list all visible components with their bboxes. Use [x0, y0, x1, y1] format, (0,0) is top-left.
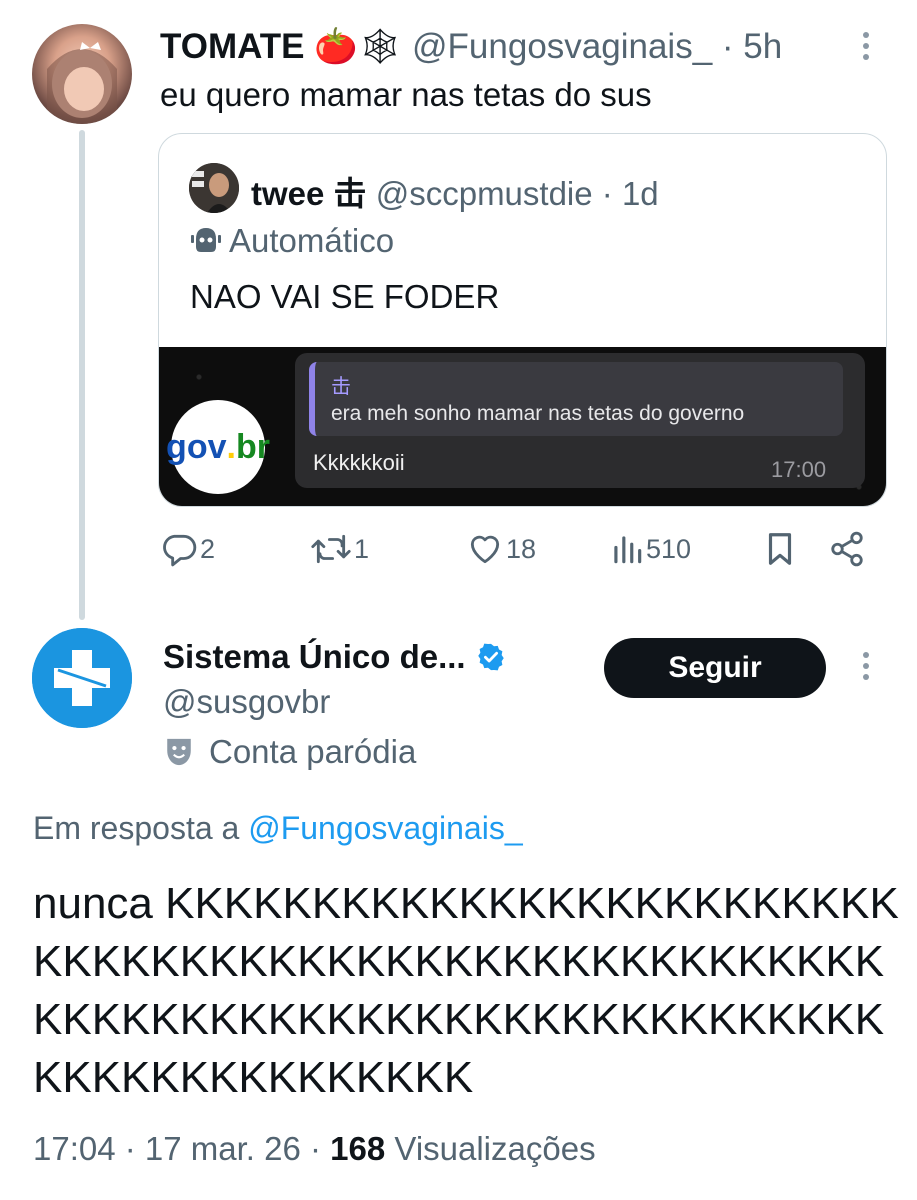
theater-masks-icon [167, 738, 191, 766]
parody-label-text: Conta paródia [209, 733, 417, 770]
chat-bubble: 击 era meh sonho mamar nas tetas do gover… [295, 353, 865, 488]
govbr-logo-dot: . [226, 427, 236, 466]
tweet-action-bar: 2 1 18 510 [160, 530, 900, 574]
follow-button[interactable]: Seguir [604, 638, 826, 698]
reply-icon [163, 534, 197, 567]
reply-context-prefix: Em resposta a [33, 810, 249, 846]
automated-label-text: Automático [229, 222, 395, 259]
main-handle[interactable]: @susgovbr [163, 683, 330, 721]
automated-label: Automático [189, 222, 394, 260]
like-count: 18 [506, 533, 537, 564]
bookmark-icon [768, 533, 792, 565]
govbr-logo: gov. br [166, 400, 270, 494]
reply-context: Em resposta a @Fungosvaginais_ [33, 810, 523, 847]
parent-time-separator: · [712, 27, 744, 66]
reply-context-handle[interactable]: @Fungosvaginais_ [248, 810, 522, 846]
retweet-icon [311, 534, 351, 564]
chat-reply-symbol: 击 [331, 376, 351, 398]
share-button[interactable] [828, 530, 866, 568]
views-button[interactable]: 510 [610, 530, 691, 568]
parent-more-icon[interactable] [862, 32, 870, 65]
quoted-handle[interactable]: @sccpmustdie [376, 175, 593, 212]
main-tweet-text: nunca KKKKKKKKKKKKKKKKKKKKKKKKKKKKKKKKKK… [33, 879, 899, 1102]
tweet-metadata: 17:04 · 17 mar. 26 · 168 Visualizações [33, 1130, 596, 1168]
tweet-views-count: 168 [330, 1130, 386, 1167]
views-icon [614, 536, 642, 564]
quoted-display-name[interactable]: twee [251, 175, 324, 212]
quoted-tweet-card[interactable]: twee 击 @sccpmustdie · 1d Automático NAO … [158, 133, 887, 507]
chat-message-time: 17:00 [771, 457, 827, 482]
share-icon [831, 531, 863, 567]
main-author-name-row: Sistema Único de... [163, 638, 506, 676]
retweet-count: 1 [354, 533, 370, 564]
quoted-tweet-image[interactable]: gov. br 击 era meh sonho mamar nas tetas d… [159, 347, 886, 506]
quoted-tweet-text: NAO VAI SE FODER [190, 278, 500, 315]
twee-avatar [189, 163, 239, 213]
parent-name-emojis: 🍅🕸 [314, 27, 403, 66]
bookmark-button[interactable] [763, 530, 797, 568]
tweet-timestamp[interactable]: 17:04 · 17 mar. 26 · [33, 1130, 330, 1167]
verified-badge-icon [477, 643, 504, 671]
thread-line [79, 130, 85, 620]
govbr-logo-gov: gov [166, 427, 227, 466]
tomate-avatar[interactable] [32, 24, 132, 124]
reply-count: 2 [200, 533, 216, 564]
parent-time[interactable]: 5h [743, 27, 782, 66]
reply-button[interactable]: 2 [160, 530, 215, 568]
heart-icon [470, 535, 500, 564]
chat-reply-preview: 击 era meh sonho mamar nas tetas do gover… [309, 362, 843, 436]
like-button[interactable]: 18 [466, 530, 536, 568]
sus-avatar[interactable] [32, 628, 132, 728]
quoted-tweet-header: twee 击 @sccpmustdie · 1d [251, 167, 659, 215]
parent-handle[interactable]: @Fungosvaginais_ [412, 27, 712, 66]
parent-display-name[interactable]: TOMATE [160, 27, 305, 66]
robot-icon [191, 228, 221, 252]
parent-tweet-text: eu quero mamar nas tetas do sus [160, 76, 652, 113]
main-display-name[interactable]: Sistema Único de... [163, 638, 466, 676]
parody-label: Conta paródia [163, 733, 416, 771]
quoted-time-separator: · [592, 175, 622, 212]
views-count: 510 [646, 533, 692, 564]
chat-message: Kkkkkkoii [313, 450, 405, 475]
main-more-icon[interactable] [862, 652, 870, 685]
chat-reply-text: era meh sonho mamar nas tetas do governo [331, 402, 745, 425]
parent-tweet-header: TOMATE 🍅🕸 @Fungosvaginais_ · 5h [160, 26, 782, 67]
retweet-button[interactable]: 1 [310, 530, 369, 568]
quoted-time[interactable]: 1d [622, 175, 659, 212]
govbr-logo-br: br [235, 427, 270, 466]
tweet-views-label: Visualizações [385, 1130, 596, 1167]
quoted-name-symbol: 击 [333, 175, 367, 212]
